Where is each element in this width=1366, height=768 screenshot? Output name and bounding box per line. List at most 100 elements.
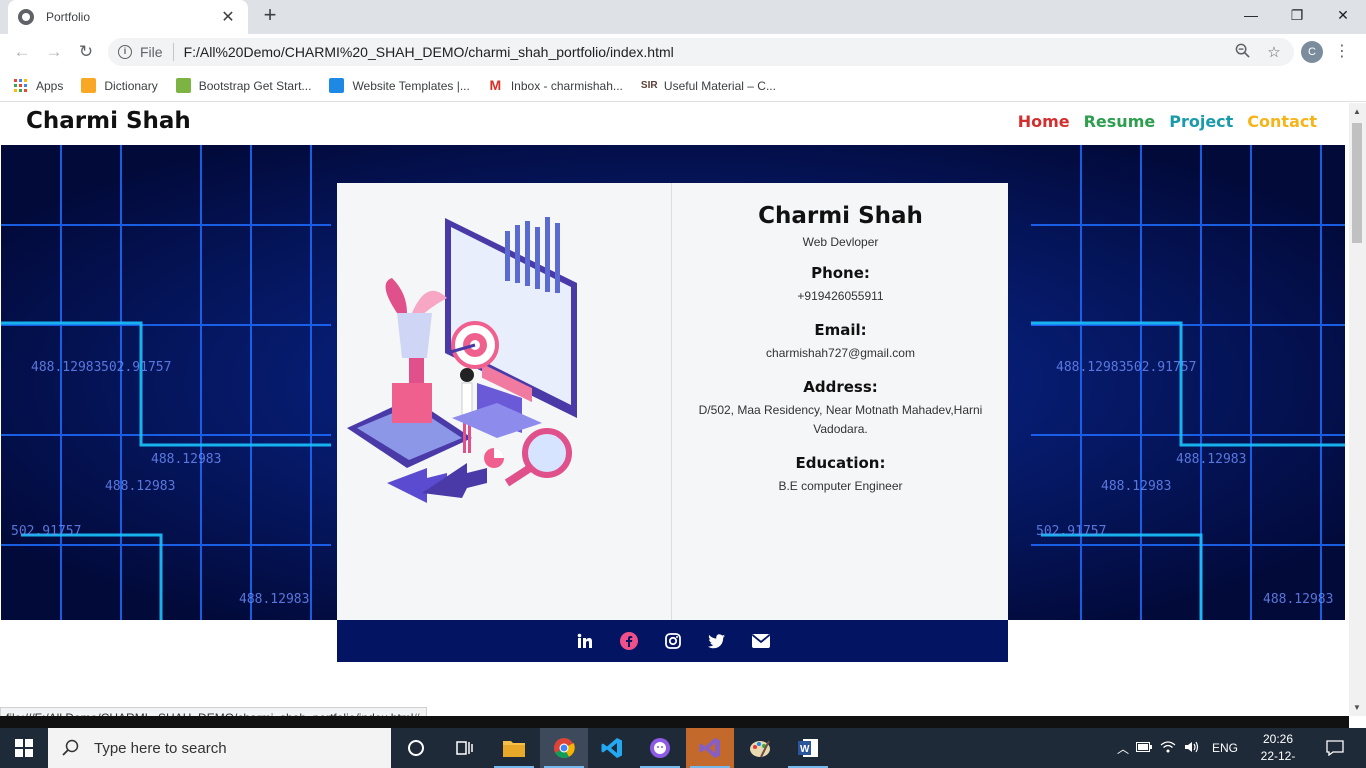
svg-text:502.91757: 502.91757 (11, 524, 81, 539)
analytics-illustration (347, 217, 577, 503)
paint-icon[interactable] (736, 728, 784, 768)
volume-icon[interactable] (1180, 741, 1204, 756)
browser-toolbar: ← → ↻ i File F:/All%20Demo/CHARMI%20_SHA… (0, 34, 1366, 70)
forward-arrow-icon[interactable]: → (42, 40, 66, 64)
system-tray: ︿ ENG (1114, 728, 1238, 768)
file-explorer-icon[interactable] (490, 728, 538, 768)
scroll-down-arrow-icon[interactable]: ▼ (1353, 703, 1361, 712)
taskbar-clock[interactable]: 20:26 22-12-2020 (1250, 731, 1306, 768)
url-text[interactable]: F:/All%20Demo/CHARMI%20_SHAH_DEMO/charmi… (184, 44, 1230, 60)
bookmark-star-icon[interactable]: ☆ (1262, 43, 1286, 61)
action-center-icon[interactable] (1320, 728, 1350, 768)
templates-icon (329, 78, 345, 93)
twitter-icon[interactable] (708, 632, 726, 650)
bookmark-dictionary[interactable]: Dictionary (81, 78, 158, 93)
bookmark-label: Dictionary (104, 78, 158, 93)
cortana-icon[interactable] (392, 728, 440, 768)
url-scheme: File (140, 44, 163, 60)
site-brand[interactable]: Charmi Shah (26, 108, 191, 134)
svg-text:488.12983: 488.12983 (239, 592, 309, 607)
site-header: Charmi Shah Home Resume Project Contact (0, 103, 1349, 145)
page-scrollbar[interactable]: ▲ ▼ (1349, 103, 1366, 716)
bookmark-website-templates[interactable]: Website Templates |... (329, 78, 470, 93)
info-icon[interactable]: i (118, 45, 132, 59)
svg-text:502.91757: 502.91757 (1036, 524, 1106, 539)
restore-button[interactable]: ❐ (1274, 0, 1320, 30)
facebook-icon[interactable] (619, 632, 638, 650)
bootstrap-icon (175, 78, 191, 93)
reload-icon[interactable]: ↻ (74, 40, 98, 64)
address-bar[interactable]: i File F:/All%20Demo/CHARMI%20_SHAH_DEMO… (108, 38, 1294, 66)
taskbar-search[interactable]: Type here to search (48, 728, 391, 768)
email-label: Email: (814, 321, 867, 339)
nav-contact[interactable]: Contact (1247, 112, 1317, 131)
svg-text:502.91757: 502.91757 (1126, 360, 1196, 375)
windows-taskbar: Type here to search W ︿ ENG 20:26 22-12- (0, 728, 1366, 768)
address-label: Address: (803, 378, 878, 396)
scroll-up-arrow-icon[interactable]: ▲ (1353, 107, 1361, 116)
svg-text:W: W (800, 744, 810, 755)
phone-value: +919426055911 (797, 289, 884, 303)
profile-avatar[interactable]: C (1301, 41, 1323, 63)
svg-text:488.12983: 488.12983 (105, 479, 175, 494)
zoom-icon[interactable] (1230, 43, 1254, 62)
github-desktop-icon[interactable] (636, 728, 684, 768)
svg-text:488.12983: 488.12983 (1263, 592, 1333, 607)
show-hidden-icons-chevron-icon[interactable]: ︿ (1114, 740, 1132, 757)
email-value: charmishah727@gmail.com (766, 346, 915, 360)
bookmark-apps[interactable]: Apps (14, 79, 63, 93)
chrome-icon[interactable] (540, 728, 588, 768)
svg-text:502.91757: 502.91757 (101, 360, 171, 375)
search-placeholder: Type here to search (94, 739, 227, 757)
link-status-bubble: file:///F:/All Demo/CHARMI _SHAH_DEMO/ch… (0, 707, 428, 716)
language-indicator[interactable]: ENG (1212, 741, 1238, 755)
visual-studio-icon[interactable] (686, 728, 734, 768)
bookmark-label: Useful Material – C... (663, 78, 776, 93)
close-window-button[interactable]: ✕ (1320, 0, 1366, 30)
clock-time: 20:26 (1262, 732, 1294, 746)
svg-text:488.12983: 488.12983 (1056, 360, 1126, 375)
windows-logo-icon (15, 739, 33, 757)
clock-date: 22-12-2020 (1260, 749, 1296, 768)
close-tab-icon[interactable]: ✕ (218, 7, 238, 27)
minimize-button[interactable]: — (1228, 0, 1274, 30)
tab-strip: Portfolio ✕ + — ❐ ✕ (0, 0, 1366, 34)
nav-home[interactable]: Home (1018, 112, 1070, 131)
bookmark-label: Inbox - charmishah... (510, 78, 623, 93)
globe-icon (18, 9, 34, 25)
word-icon[interactable]: W (784, 728, 832, 768)
vscode-icon[interactable] (588, 728, 636, 768)
svg-text:488.12983: 488.12983 (1101, 479, 1171, 494)
bookmark-bootstrap[interactable]: Bootstrap Get Start... (175, 78, 312, 93)
tab-portfolio[interactable]: Portfolio ✕ (8, 0, 248, 34)
nav-project[interactable]: Project (1169, 112, 1233, 131)
bookmark-useful-material[interactable]: SIR Useful Material – C... (641, 78, 776, 93)
scrollbar-thumb[interactable] (1352, 123, 1362, 243)
profile-name: Charmi Shah (758, 203, 923, 229)
back-arrow-icon[interactable]: ← (10, 40, 34, 64)
profile-role: Web Devloper (802, 235, 879, 249)
gmail-icon: M (489, 77, 502, 93)
start-button[interactable] (0, 728, 48, 768)
bookmark-label: Bootstrap Get Start... (198, 78, 312, 93)
profile-illustration-panel (337, 183, 672, 620)
svg-text:488.12983: 488.12983 (151, 452, 221, 467)
new-tab-button[interactable]: + (258, 4, 282, 28)
omnibox-divider (172, 43, 174, 61)
svg-text:488.12983: 488.12983 (1176, 452, 1246, 467)
kebab-menu-icon[interactable]: ⋮ (1334, 40, 1350, 64)
address-value: D/502, Maa Residency, Near Motnath Mahad… (698, 403, 983, 436)
sir-icon: SIR (640, 80, 658, 91)
instagram-icon[interactable] (664, 632, 682, 650)
page-footer-strip-right (422, 716, 1349, 728)
wifi-icon[interactable] (1156, 740, 1180, 756)
email-icon[interactable] (751, 632, 770, 650)
linkedin-icon[interactable] (576, 632, 594, 650)
page-footer-strip (0, 716, 422, 728)
task-view-icon[interactable] (440, 728, 488, 768)
bookmark-label: Website Templates |... (352, 78, 470, 93)
battery-icon[interactable] (1132, 741, 1156, 755)
nav-resume[interactable]: Resume (1084, 112, 1156, 131)
profile-details-panel: Charmi Shah Web Devloper Phone: +9194260… (673, 183, 1008, 620)
bookmark-inbox[interactable]: M Inbox - charmishah... (488, 78, 623, 93)
